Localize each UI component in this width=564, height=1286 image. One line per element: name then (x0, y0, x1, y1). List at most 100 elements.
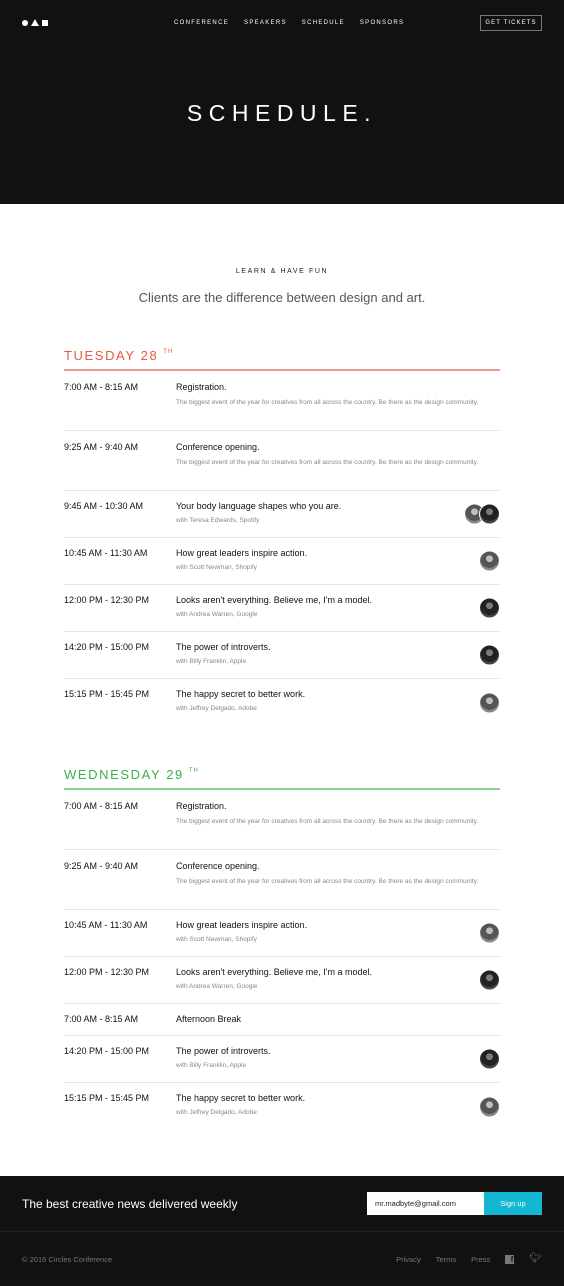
hero: Conference Speakers Schedule Sponsors Ge… (0, 0, 564, 204)
footer-link-privacy[interactable]: Privacy (396, 1255, 421, 1264)
schedule-row: 12:00 PM - 12:30 PM Looks aren't everyth… (64, 957, 500, 1004)
session-time: 9:25 AM - 9:40 AM (64, 861, 139, 871)
twitter-icon[interactable]: 🐦︎ (529, 1254, 542, 1264)
logo[interactable] (22, 19, 48, 26)
day-heading: WEDNESDAY 29 TH (64, 767, 500, 790)
square-logo-icon (42, 19, 48, 26)
session-time: 15:15 PM - 15:45 PM (64, 689, 150, 699)
session-info: How great leaders inspire action. with S… (176, 548, 500, 584)
avatar[interactable] (479, 1096, 500, 1117)
session-speaker: with Billy Franklin, Apple (176, 1062, 247, 1069)
session-title: Conference opening. (176, 442, 260, 452)
session-title: Looks aren't everything. Believe me, I'm… (176, 967, 373, 977)
session-title: The happy secret to better work. (176, 689, 306, 699)
get-tickets-button[interactable]: Get Tickets (480, 15, 542, 31)
session-title: Afternoon Break (176, 1014, 242, 1024)
schedule-row: 15:15 PM - 15:45 PM The happy secret to … (64, 679, 500, 726)
session-desc: The biggest event of the year for creati… (176, 818, 479, 825)
facebook-icon[interactable]: f (505, 1254, 515, 1264)
session-speaker: with Teresa Edwards, Spotify (176, 517, 260, 524)
session-time: 9:25 AM - 9:40 AM (64, 442, 139, 452)
day-label: WEDNESDAY 29 (64, 767, 184, 782)
schedule-row: 7:00 AM - 8:15 AM Registration. The bigg… (64, 790, 500, 850)
speaker-avatars (479, 1096, 500, 1117)
session-title: Registration. (176, 801, 227, 811)
schedule-row: 14:20 PM - 15:00 PM The power of introve… (64, 632, 500, 679)
session-desc: The biggest event of the year for creati… (176, 399, 479, 406)
session-time: 14:20 PM - 15:00 PM (64, 1046, 150, 1056)
nav-conference[interactable]: Conference (174, 20, 229, 26)
session-speaker: with Andrea Warren, Google (176, 611, 258, 618)
footer-link-press[interactable]: Press (471, 1255, 490, 1264)
avatar[interactable] (479, 644, 500, 666)
speaker-avatars (479, 922, 500, 944)
newsletter-form: Sign up (367, 1192, 542, 1215)
session-info: Conference opening. The biggest event of… (176, 861, 500, 909)
session-info: Looks aren't everything. Believe me, I'm… (176, 967, 500, 1003)
session-title: How great leaders inspire action. (176, 920, 308, 930)
footer-link-terms[interactable]: Terms (436, 1255, 456, 1264)
newsletter-text: The best creative news delivered weekly (22, 1196, 238, 1211)
email-field[interactable] (367, 1192, 484, 1215)
session-speaker: with Jeffrey Delgado, Adobe (176, 1109, 257, 1116)
session-time: 12:00 PM - 12:30 PM (64, 595, 150, 605)
section-kicker: LEARN & HAVE FUN (235, 268, 329, 275)
avatar[interactable] (479, 1048, 500, 1070)
sign-up-button[interactable]: Sign up (484, 1192, 542, 1215)
speaker-avatars (479, 550, 500, 572)
schedule-row: 9:25 AM - 9:40 AM Conference opening. Th… (64, 850, 500, 910)
day-tuesday: TUESDAY 28 TH 7:00 AM - 8:15 AM Registrat… (64, 348, 500, 726)
session-title: The happy secret to better work. (176, 1093, 306, 1103)
session-title: Registration. (176, 382, 227, 392)
session-title: Looks aren't everything. Believe me, I'm… (176, 595, 373, 605)
main-nav: Conference Speakers Schedule Sponsors (174, 20, 404, 26)
session-time: 12:00 PM - 12:30 PM (64, 967, 150, 977)
nav-speakers[interactable]: Speakers (244, 20, 287, 26)
triangle-logo-icon (31, 19, 39, 26)
session-time: 10:45 AM - 11:30 AM (64, 548, 148, 558)
session-info: Conference opening. The biggest event of… (176, 442, 500, 490)
session-info: The power of introverts. with Billy Fran… (176, 642, 500, 678)
session-time: 14:20 PM - 15:00 PM (64, 642, 150, 652)
footer-links: Privacy Terms Press f 🐦︎ (396, 1254, 542, 1264)
schedule-row: 9:25 AM - 9:40 AM Conference opening. Th… (64, 431, 500, 491)
schedule-row: 14:20 PM - 15:00 PM The power of introve… (64, 1036, 500, 1083)
avatar[interactable] (479, 550, 500, 572)
nav-sponsors[interactable]: Sponsors (360, 20, 404, 26)
section-tagline: Clients are the difference between desig… (138, 290, 426, 305)
session-info: The happy secret to better work. with Je… (176, 689, 500, 726)
session-time: 7:00 AM - 8:15 AM (64, 801, 139, 811)
footer: © 2016 Circles Conference Privacy Terms … (0, 1231, 564, 1286)
day-label: TUESDAY 28 (64, 348, 159, 363)
session-info: Your body language shapes who you are. w… (176, 501, 500, 537)
schedule-row: 10:45 AM - 11:30 AM How great leaders in… (64, 538, 500, 585)
speaker-avatars (479, 969, 500, 991)
session-title: The power of introverts. (176, 642, 271, 652)
session-speaker: with Scott Newman, Shopify (176, 564, 257, 571)
speaker-avatars (479, 692, 500, 713)
session-desc: The biggest event of the year for creati… (176, 878, 479, 885)
avatar[interactable] (479, 692, 500, 713)
session-time: 7:00 AM - 8:15 AM (64, 1014, 139, 1024)
session-speaker: with Andrea Warren, Google (176, 983, 258, 990)
day-suffix: TH (163, 349, 174, 355)
session-desc: The biggest event of the year for creati… (176, 459, 479, 466)
session-info: The power of introverts. with Billy Fran… (176, 1046, 500, 1082)
session-title: Conference opening. (176, 861, 260, 871)
copyright: © 2016 Circles Conference (22, 1254, 113, 1264)
day-heading: TUESDAY 28 TH (64, 348, 500, 371)
avatar[interactable] (479, 597, 500, 619)
avatar[interactable] (479, 922, 500, 944)
schedule-row: 12:00 PM - 12:30 PM Looks aren't everyth… (64, 585, 500, 632)
nav-schedule[interactable]: Schedule (302, 20, 345, 26)
session-title: The power of introverts. (176, 1046, 271, 1056)
speaker-avatars (479, 644, 500, 666)
avatar[interactable] (479, 969, 500, 991)
avatar[interactable] (479, 503, 500, 525)
schedule-row: 7:00 AM - 8:15 AM Afternoon Break (64, 1004, 500, 1036)
page-title: SCHEDULE. (186, 100, 378, 126)
session-speaker: with Scott Newman, Shopify (176, 936, 257, 943)
schedule-row: 9:45 AM - 10:30 AM Your body language sh… (64, 491, 500, 538)
session-time: 9:45 AM - 10:30 AM (64, 501, 144, 511)
